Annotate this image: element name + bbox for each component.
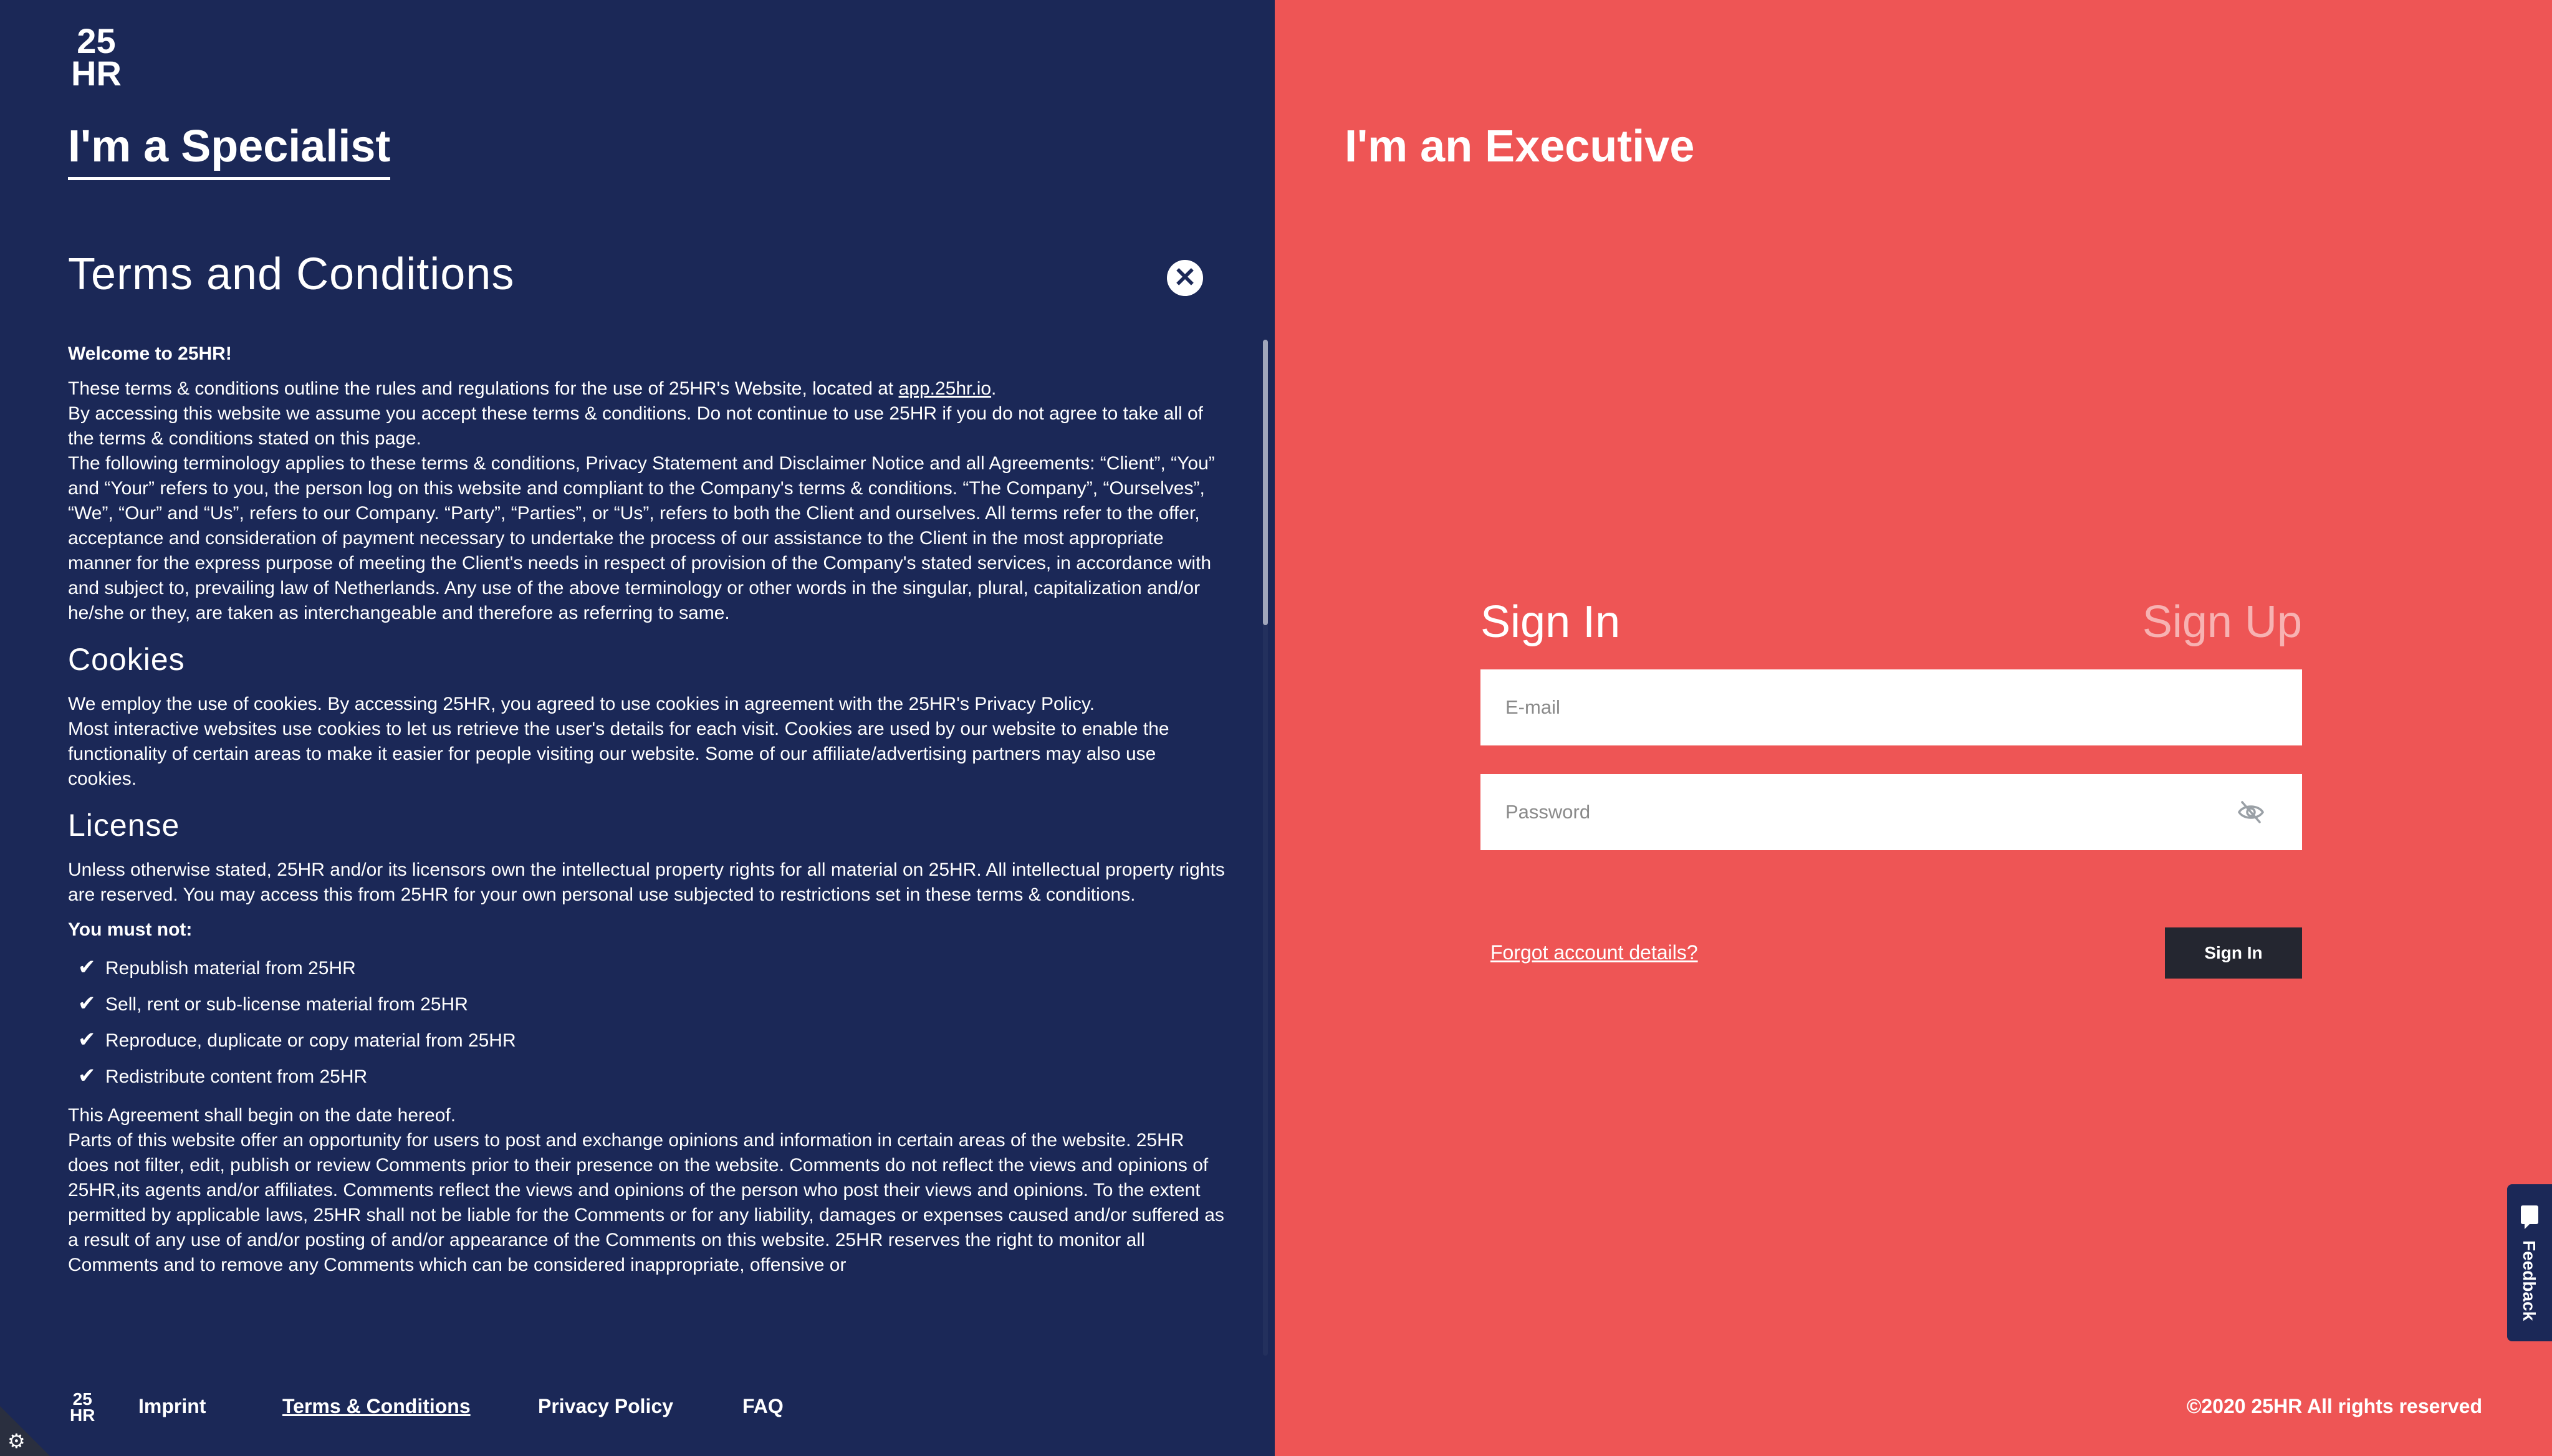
intro-text: These terms & conditions outline the rul… bbox=[68, 378, 899, 399]
footer-link-imprint[interactable]: Imprint bbox=[138, 1394, 206, 1419]
tab-sign-up[interactable]: Sign Up bbox=[2142, 592, 2302, 652]
auth-actions: Forgot account details? Sign In bbox=[1480, 927, 2302, 979]
footer: 25 HR Imprint Terms & Conditions Privacy… bbox=[0, 1363, 1275, 1456]
executive-panel: I'm an Executive Sign In Sign Up Forgot … bbox=[1275, 0, 2552, 1456]
forgot-link[interactable]: Forgot account details? bbox=[1490, 940, 1698, 965]
feedback-tab[interactable]: Feedback bbox=[2507, 1184, 2552, 1341]
executive-title[interactable]: I'm an Executive bbox=[1345, 118, 1694, 175]
paragraph: Parts of this website offer an opportuni… bbox=[68, 1130, 1224, 1275]
email-field-wrapper bbox=[1480, 669, 2302, 745]
checkmark-icon: ✔ bbox=[78, 1064, 96, 1088]
chat-icon bbox=[2521, 1205, 2538, 1229]
list-item: ✔ Republish material from 25HR bbox=[78, 950, 1227, 986]
intro-paragraph: These terms & conditions outline the rul… bbox=[68, 376, 1227, 401]
footer-link-privacy[interactable]: Privacy Policy bbox=[538, 1394, 673, 1419]
logo-line-2: HR bbox=[71, 54, 122, 93]
eye-off-icon[interactable] bbox=[2237, 800, 2265, 825]
specialist-title[interactable]: I'm a Specialist bbox=[68, 118, 391, 180]
terms-content: Welcome to 25HR! These terms & condition… bbox=[68, 342, 1227, 1358]
checkmark-icon: ✔ bbox=[78, 992, 96, 1015]
list-item-text: Redistribute content from 25HR bbox=[105, 1066, 368, 1087]
checkmark-icon: ✔ bbox=[78, 1028, 96, 1051]
auth-tabs: Sign In Sign Up bbox=[1480, 592, 2302, 661]
welcome-heading: Welcome to 25HR! bbox=[68, 343, 232, 364]
must-not-list: ✔ Republish material from 25HR ✔ Sell, ren… bbox=[68, 950, 1227, 1094]
terms-title: Terms and Conditions bbox=[68, 249, 515, 299]
footer-logo[interactable]: 25 HR bbox=[70, 1391, 95, 1424]
paragraph: This Agreement shall begin on the date h… bbox=[68, 1105, 456, 1126]
copyright: ©2020 25HR All rights reserved bbox=[2186, 1395, 2482, 1417]
footer-link-faq[interactable]: FAQ bbox=[742, 1394, 784, 1419]
tab-sign-in[interactable]: Sign In bbox=[1480, 592, 1620, 652]
email-field[interactable] bbox=[1480, 669, 2302, 745]
gear-icon[interactable]: ⚙ bbox=[7, 1431, 26, 1451]
paragraph: By accessing this website we assume you … bbox=[68, 403, 1203, 449]
password-field-wrapper bbox=[1480, 774, 2302, 850]
checkmark-icon: ✔ bbox=[78, 956, 96, 979]
must-not-heading: You must not: bbox=[68, 919, 193, 940]
footer-link-terms[interactable]: Terms & Conditions bbox=[282, 1394, 471, 1419]
paragraph: We employ the use of cookies. By accessi… bbox=[68, 694, 1095, 714]
site-link[interactable]: app.25hr.io bbox=[899, 378, 991, 399]
list-item-text: Sell, rent or sub-license material from … bbox=[105, 994, 468, 1015]
list-item: ✔ Reproduce, duplicate or copy material f… bbox=[78, 1022, 1227, 1058]
intro-suffix: . bbox=[991, 378, 997, 399]
license-heading: License bbox=[68, 808, 180, 843]
list-item: ✔ Sell, rent or sub-license material from… bbox=[78, 986, 1227, 1022]
password-field[interactable] bbox=[1480, 774, 2302, 850]
list-item-text: Republish material from 25HR bbox=[105, 958, 356, 979]
cookies-heading: Cookies bbox=[68, 642, 185, 677]
paragraph: Unless otherwise stated, 25HR and/or its… bbox=[68, 860, 1225, 905]
close-icon[interactable]: ✕ bbox=[1167, 260, 1203, 296]
auth-form: Sign In Sign Up Forgot account details? … bbox=[1480, 592, 2302, 979]
paragraph: Most interactive websites use cookies to… bbox=[68, 719, 1169, 789]
sign-in-button[interactable]: Sign In bbox=[2165, 927, 2302, 979]
logo-line-1: 25 bbox=[77, 21, 116, 60]
list-item: ✔ Redistribute content from 25HR bbox=[78, 1058, 1227, 1094]
feedback-label: Feedback bbox=[2520, 1240, 2539, 1321]
specialist-panel: 25 HR I'm a Specialist Terms and Conditi… bbox=[0, 0, 1275, 1456]
list-item-text: Reproduce, duplicate or copy material fr… bbox=[105, 1030, 516, 1051]
logo[interactable]: 25 HR bbox=[71, 21, 122, 93]
scrollbar-thumb[interactable] bbox=[1263, 340, 1268, 625]
footer-logo-line-2: HR bbox=[70, 1406, 95, 1425]
paragraph: The following terminology applies to the… bbox=[68, 453, 1215, 623]
